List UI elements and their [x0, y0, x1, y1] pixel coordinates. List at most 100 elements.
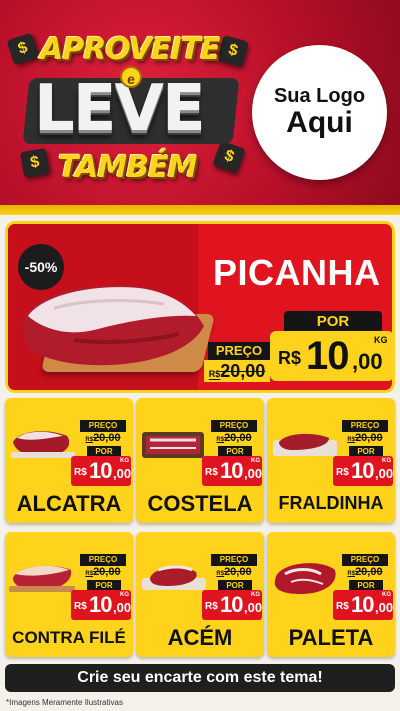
- old-price: R$20,00: [204, 360, 270, 382]
- price-cents: ,00: [113, 600, 132, 615]
- product-card: PREÇO R$20,00 POR R$ 10,00 KG ALCATRA: [5, 398, 133, 523]
- old-price-currency: R$: [208, 369, 221, 379]
- header-banner: $ $ $ $ APROVEITE LEVE e TAMBÉM Sua Logo…: [0, 0, 400, 215]
- old-price-value: 20,00: [355, 432, 383, 444]
- new-price: R$ 10,00 KG: [71, 590, 131, 620]
- old-price-label: PREÇO: [211, 420, 257, 432]
- featured-offer: -50% PICANHA PREÇO R$20,00 POR R$ 10 ,00…: [5, 221, 395, 393]
- old-price: R$20,00: [211, 432, 257, 444]
- new-price-label: POR: [284, 311, 382, 333]
- old-price-label: PREÇO: [208, 342, 270, 360]
- new-price: R$ 10,00 KG: [202, 456, 262, 486]
- old-price: R$20,00: [211, 566, 257, 578]
- price-cents: ,00: [375, 466, 394, 481]
- price-cents: ,00: [113, 466, 132, 481]
- price-integer: 10: [351, 458, 375, 483]
- price-unit: KG: [251, 592, 260, 598]
- disclaimer: *Imagens Meramente Ilustrativas: [6, 698, 123, 707]
- meat-image: [274, 563, 336, 594]
- price-integer: 10: [89, 592, 113, 617]
- old-price-currency: R$: [347, 437, 356, 443]
- cta-banner[interactable]: Crie seu encarte com este tema!: [5, 664, 395, 692]
- hero-product-name: PICANHA: [213, 252, 381, 293]
- old-price-value: 20,00: [220, 361, 266, 381]
- old-price-currency: R$: [85, 571, 94, 577]
- price-unit: KG: [120, 458, 129, 464]
- dollar-coin-icon: $: [19, 147, 51, 179]
- new-price: R$ 10,00 KG: [202, 590, 262, 620]
- product-card: PREÇO R$20,00 POR R$ 10,00 KG COSTELA: [136, 398, 264, 523]
- product-name: FRALDINHA: [278, 493, 384, 513]
- product-card: PREÇO R$20,00 POR R$ 10,00 KG ACÉM: [136, 532, 264, 657]
- old-price-value: 20,00: [93, 432, 121, 444]
- price-integer: 10: [220, 592, 244, 617]
- new-price: R$ 10 ,00 KG: [270, 331, 392, 381]
- meat-image: [142, 432, 204, 458]
- campaign-logo: $ $ $ $ APROVEITE LEVE e TAMBÉM: [6, 22, 249, 192]
- price-integer: 10: [306, 334, 349, 378]
- price-currency: R$: [74, 467, 87, 478]
- discount-badge: -50%: [18, 244, 64, 290]
- old-price: R$20,00: [80, 432, 126, 444]
- old-price-currency: R$: [216, 437, 225, 443]
- old-price-label: PREÇO: [342, 554, 388, 566]
- price-cents: ,00: [352, 349, 383, 374]
- new-price: R$ 10,00 KG: [71, 456, 131, 486]
- campaign-word-top: APROVEITE: [40, 32, 221, 67]
- new-price: R$ 10,00 KG: [333, 590, 393, 620]
- old-price: R$20,00: [342, 432, 388, 444]
- price-integer: 10: [351, 592, 375, 617]
- old-price-currency: R$: [216, 571, 225, 577]
- old-price: R$20,00: [80, 566, 126, 578]
- old-price-label: PREÇO: [211, 554, 257, 566]
- product-card: PREÇO R$20,00 POR R$ 10,00 KG CONTRA FILÉ: [5, 532, 133, 657]
- new-price: R$ 10,00 KG: [333, 456, 393, 486]
- price-currency: R$: [74, 601, 87, 612]
- product-name: PALETA: [288, 625, 374, 650]
- meat-image: [142, 565, 206, 590]
- product-name: ALCATRA: [16, 491, 122, 516]
- logo-line-1: Sua Logo: [273, 85, 366, 107]
- price-currency: R$: [336, 467, 349, 478]
- price-currency: R$: [205, 467, 218, 478]
- product-name: ACÉM: [167, 625, 233, 650]
- meat-image: [11, 431, 75, 458]
- dollar-coin-icon: $: [6, 32, 40, 66]
- price-cents: ,00: [375, 600, 394, 615]
- price-integer: 10: [89, 458, 113, 483]
- price-unit: KG: [251, 458, 260, 464]
- old-price-label: PREÇO: [342, 420, 388, 432]
- meat-image: [9, 565, 75, 592]
- price-integer: 10: [220, 458, 244, 483]
- product-card: PREÇO R$20,00 POR R$ 10,00 KG PALETA: [267, 532, 395, 657]
- product-name: CONTRA FILÉ: [12, 628, 126, 647]
- price-currency: R$: [278, 348, 302, 368]
- price-currency: R$: [205, 601, 218, 612]
- price-unit: KG: [374, 335, 388, 345]
- product-card: PREÇO R$20,00 POR R$ 10,00 KG FRALDINHA: [267, 398, 395, 523]
- price-unit: KG: [382, 458, 391, 464]
- price-cents: ,00: [244, 600, 263, 615]
- old-price-value: 20,00: [224, 432, 252, 444]
- dollar-coin-icon: $: [212, 140, 246, 174]
- campaign-word-bottom: TAMBÉM: [58, 150, 197, 185]
- logo-line-2: Aqui: [286, 106, 353, 139]
- old-price-currency: R$: [347, 571, 356, 577]
- price-unit: KG: [120, 592, 129, 598]
- old-price-value: 20,00: [224, 566, 252, 578]
- old-price-value: 20,00: [93, 566, 121, 578]
- old-price-value: 20,00: [355, 566, 383, 578]
- dollar-coin-icon: $: [217, 35, 249, 67]
- header-divider: [0, 205, 400, 215]
- old-price-label: PREÇO: [80, 554, 126, 566]
- price-unit: KG: [382, 592, 391, 598]
- price-currency: R$: [336, 601, 349, 612]
- product-name: COSTELA: [147, 491, 253, 516]
- campaign-connector: e: [120, 66, 142, 88]
- old-price: R$20,00: [342, 566, 388, 578]
- campaign-word-main: LEVE: [33, 71, 208, 148]
- old-price-currency: R$: [85, 437, 94, 443]
- meat-image: [273, 433, 337, 456]
- old-price-label: PREÇO: [80, 420, 126, 432]
- store-logo-placeholder: Sua Logo Aqui: [252, 45, 387, 180]
